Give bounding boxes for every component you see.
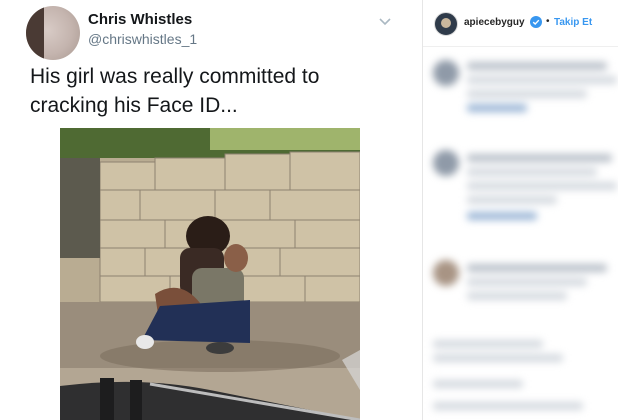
separator-dot: •: [546, 16, 550, 27]
instagram-username[interactable]: apiecebyguy: [464, 17, 525, 28]
instagram-avatar[interactable]: [434, 12, 458, 36]
blurred-comments: [423, 50, 618, 420]
verified-badge-icon: [530, 16, 542, 28]
tweet-author-name[interactable]: Chris Whistles: [88, 11, 192, 28]
tweet-photo[interactable]: [60, 128, 360, 420]
tweet-text-line-1: His girl was really committed to: [30, 65, 320, 88]
tweet-photo-scene: [60, 128, 360, 420]
header-separator: [423, 46, 618, 47]
tweet-text: His girl was really committed to crackin…: [30, 62, 410, 120]
tweet-author-handle[interactable]: @chriswhistles_1: [88, 31, 197, 47]
tweet-text-line-2: cracking his Face ID...: [30, 94, 238, 117]
follow-button[interactable]: Takip Et: [554, 17, 592, 28]
chevron-down-icon[interactable]: [378, 14, 392, 28]
tweet-author-avatar[interactable]: [26, 6, 80, 60]
